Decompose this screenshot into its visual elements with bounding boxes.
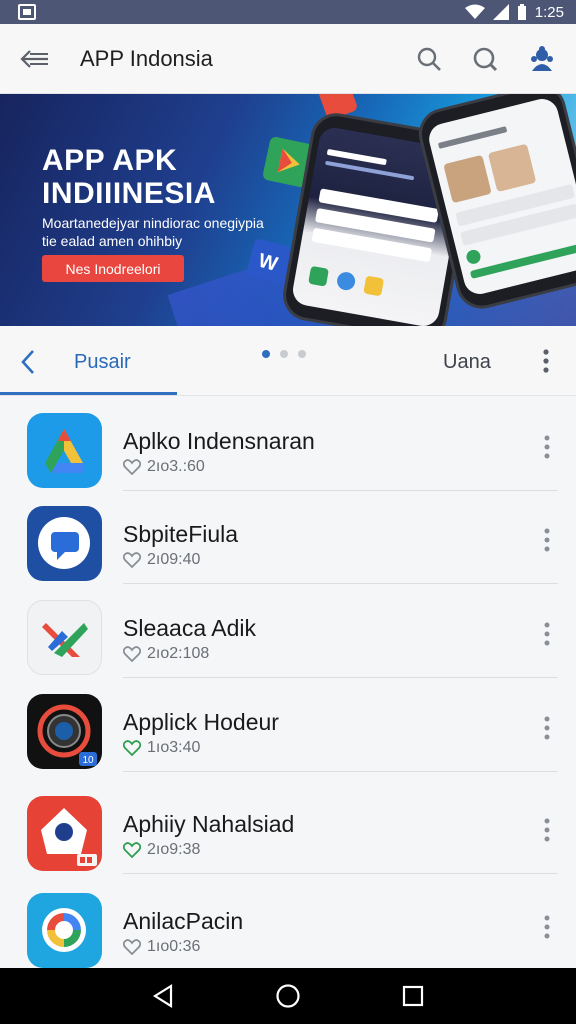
back-button[interactable] — [0, 49, 70, 69]
home-pin-icon — [27, 796, 102, 871]
tab-pusair[interactable]: Pusair — [74, 351, 131, 374]
more-vert-icon[interactable] — [540, 348, 552, 374]
search-alt-icon[interactable] — [472, 46, 498, 72]
app-stat: 1ıo3:40 — [147, 739, 201, 756]
app-name: Aplko Indensnaran — [123, 428, 315, 454]
nav-back-button[interactable] — [143, 976, 183, 1016]
drive-icon — [27, 413, 102, 488]
app-meta: 2ıo2:108 — [123, 645, 209, 663]
app-list: Aplko Indensnaran 2ıo3.:60 SbpiteFiula 2… — [0, 396, 576, 968]
list-item[interactable]: SbpiteFiula 2ı09:40 — [0, 489, 576, 584]
heart-icon — [123, 842, 141, 858]
nav-home-button[interactable] — [268, 976, 308, 1016]
banner-title-line1: APP APK — [42, 144, 178, 177]
search-icon[interactable] — [416, 46, 442, 72]
page-dot — [280, 350, 288, 358]
banner-subtitle: Moartanedejyar nindiorac onegiypia tie e… — [42, 214, 302, 250]
triangle-back-icon — [152, 984, 172, 1008]
back-arrow-icon — [20, 49, 48, 68]
square-recents-icon — [403, 985, 424, 1007]
chat-bubble-icon — [27, 506, 102, 581]
app-meta: 1ıo3:40 — [123, 739, 200, 757]
more-vert-icon[interactable] — [541, 817, 553, 843]
page-title: APP Indonsia — [80, 45, 213, 71]
app-meta: 1ıo0:36 — [123, 938, 200, 956]
app-bar: APP Indonsia — [0, 24, 576, 94]
heart-icon — [123, 939, 141, 955]
divider — [123, 771, 558, 772]
more-vert-icon[interactable] — [541, 621, 553, 647]
list-item[interactable]: Aphiiy Nahalsiad 2ıo9:38 — [0, 779, 576, 874]
list-item[interactable]: Sleaaca Adik 2ıo2:108 — [0, 583, 576, 678]
list-item[interactable]: 10 Applick Hodeur 1ıo3:40 — [0, 677, 576, 772]
banner-cta-button[interactable]: Nes Inodreelori — [42, 255, 184, 282]
heart-icon — [123, 646, 141, 662]
tab-active-indicator — [0, 392, 177, 395]
page-indicator — [262, 350, 306, 358]
cross-arrows-icon — [27, 600, 102, 675]
app-name: SbpiteFiula — [123, 521, 239, 547]
banner-title: APP APK INDIIINESIA — [42, 144, 216, 210]
page-dot-active — [262, 350, 270, 358]
app-meta: 2ı09:40 — [123, 551, 200, 569]
heart-icon — [123, 459, 141, 475]
app-stat: 2ıo3.:60 — [147, 458, 205, 475]
list-item[interactable]: AnilacPacin 1ıo0:36 — [0, 876, 576, 968]
more-vert-icon[interactable] — [541, 914, 553, 940]
nav-recents-button[interactable] — [393, 976, 433, 1016]
more-vert-icon[interactable] — [541, 715, 553, 741]
notification-icon — [18, 4, 36, 20]
app-stat: 2ıo2:108 — [147, 645, 210, 662]
page-dot — [298, 350, 306, 358]
app-name: Aphiiy Nahalsiad — [123, 811, 295, 837]
more-vert-icon[interactable] — [541, 527, 553, 553]
status-time: 1:25 — [534, 3, 564, 21]
app-stat: 2ı09:40 — [147, 551, 201, 568]
circle-home-icon — [276, 984, 300, 1008]
tab-uana[interactable]: Uana — [443, 351, 491, 374]
banner-subtitle-line1: Moartanedejyar nindiorac onegiypia — [42, 215, 264, 231]
account-icon[interactable] — [528, 45, 556, 73]
heart-icon — [123, 552, 141, 568]
app-bar-actions — [416, 45, 576, 73]
status-right: 1:25 — [464, 3, 564, 21]
battery-icon — [517, 4, 526, 20]
wifi-icon — [464, 4, 485, 19]
icon-badge: 10 — [82, 755, 94, 766]
more-vert-icon[interactable] — [541, 434, 553, 460]
status-bar: 1:25 — [0, 0, 576, 24]
camera-lens-icon: 10 — [27, 694, 102, 769]
google-color-icon — [27, 893, 102, 968]
app-name: Sleaaca Adik — [123, 615, 256, 641]
app-meta: 2ıo9:38 — [123, 841, 200, 859]
heart-icon — [123, 740, 141, 756]
banner-title-line2: INDIIINESIA — [42, 177, 216, 210]
banner-subtitle-line2: tie ealad amen ohihbiy — [42, 233, 183, 249]
app-meta: 2ıo3.:60 — [123, 458, 205, 476]
app-stat: 2ıo9:38 — [147, 841, 201, 858]
list-item[interactable]: Aplko Indensnaran 2ıo3.:60 — [0, 396, 576, 491]
signal-icon — [492, 4, 509, 20]
app-stat: 1ıo0:36 — [147, 938, 201, 955]
app-name: AnilacPacin — [123, 908, 244, 934]
chevron-left-icon[interactable] — [18, 348, 38, 376]
system-nav-bar — [0, 968, 576, 1024]
app-name: Applick Hodeur — [123, 709, 279, 735]
tab-bar: Pusair Uana — [0, 326, 576, 396]
divider — [123, 873, 558, 874]
promo-banner[interactable]: W APP APK INDIIINESIA Moartanedejyar nin… — [0, 94, 576, 326]
